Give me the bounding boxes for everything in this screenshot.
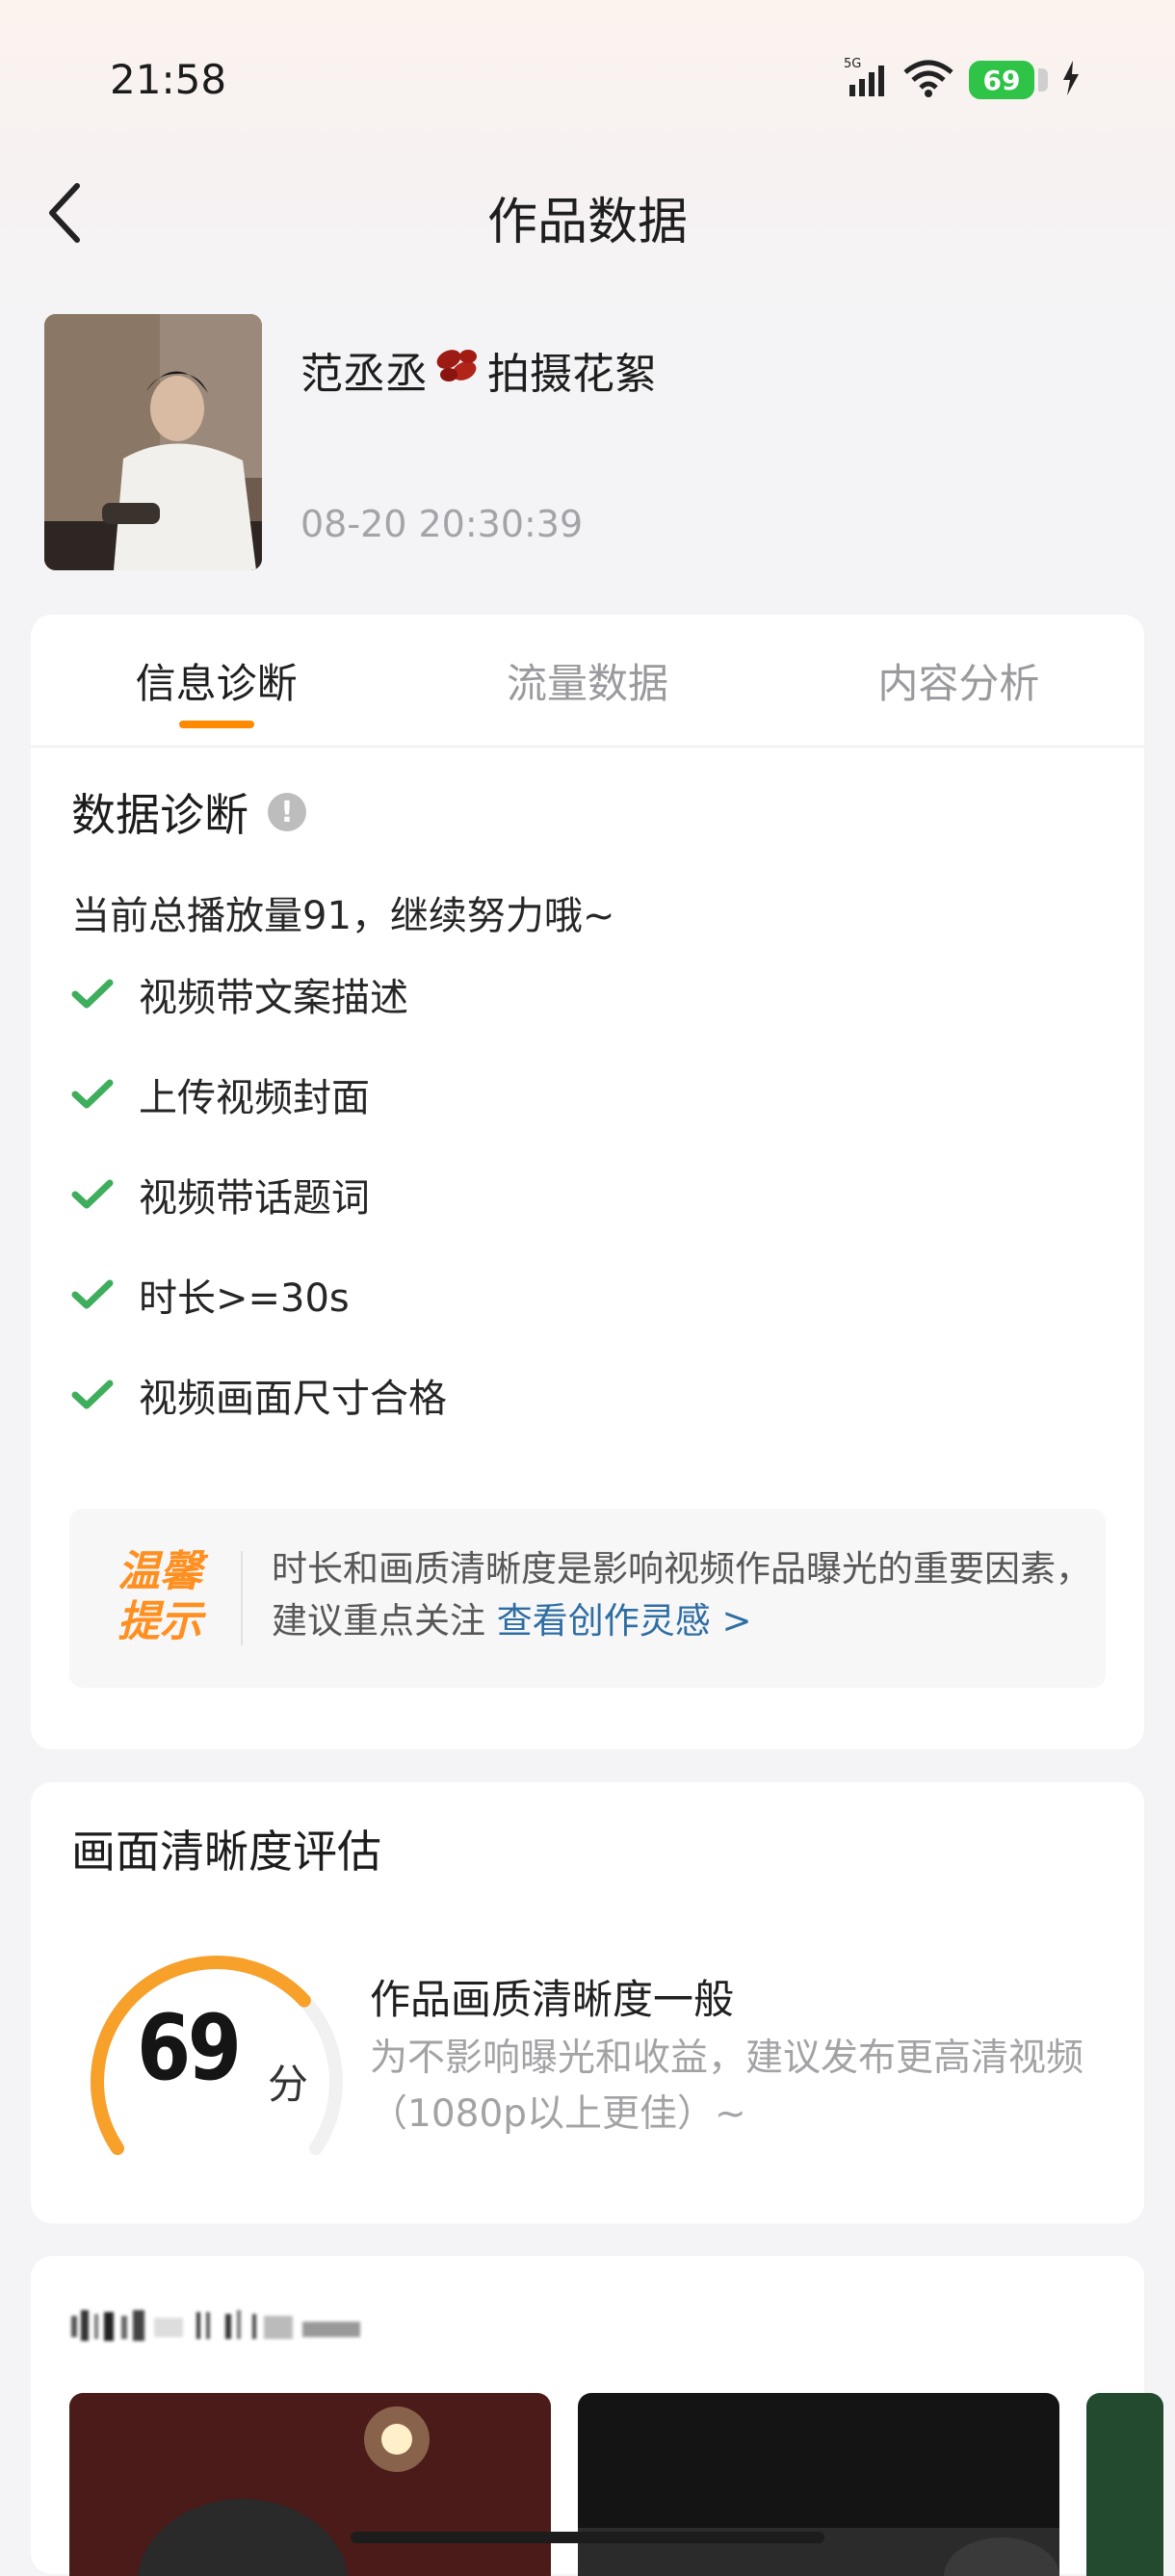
status-time: 21:58: [110, 56, 227, 103]
list-item: 视频带文案描述: [71, 944, 447, 1044]
tip-badge: 温馨 提示: [108, 1547, 212, 1647]
page-title: 作品数据: [486, 194, 688, 251]
blurred-section-title: [71, 2304, 389, 2347]
recommendation-card: [31, 2256, 1163, 2576]
tip-badge-line1: 温馨: [118, 1547, 202, 1596]
quality-verdict: 作品画质清晰度一般: [370, 1976, 735, 2023]
video-title-suffix: 拍摄花絮: [487, 350, 657, 399]
quality-desc-line2: （1080p以上更佳）~: [370, 2092, 746, 2136]
recommendation-image[interactable]: [578, 2393, 1059, 2576]
battery-indicator: 69: [969, 61, 1048, 99]
checkmark-icon: [71, 1376, 139, 1414]
score-value: 69: [137, 1996, 242, 2101]
tip-badge-line2: 提示: [118, 1597, 202, 1646]
video-thumbnail[interactable]: [44, 314, 262, 570]
info-icon[interactable]: !: [268, 793, 306, 831]
quality-title: 画面清晰度评估: [71, 1826, 381, 1878]
checkmark-icon: [71, 1075, 139, 1114]
tab-info-diagnosis[interactable]: 信息诊断: [31, 615, 402, 746]
checklist-label: 上传视频封面: [139, 1076, 370, 1120]
checkmark-icon: [71, 1275, 139, 1314]
status-icons: 5G 69: [844, 56, 1081, 104]
checklist-label: 视频画面尺寸合格: [139, 1377, 447, 1421]
score-unit: 分: [268, 2061, 309, 2108]
tip-text: 时长和画质清晰度是影响视频作品曝光的重要因素，建议重点关注 查看创作灵感 >: [272, 1543, 1100, 1647]
tab-traffic-data[interactable]: 流量数据: [402, 615, 772, 746]
checklist-label: 时长>=30s: [139, 1276, 350, 1321]
checkmark-icon: [71, 975, 139, 1013]
diagnosis-card: 信息诊断 流量数据 内容分析 数据诊断 ! 当前总播放量91，继续努力哦~ 视频…: [31, 615, 1144, 1749]
checklist-label: 视频带文案描述: [139, 976, 408, 1020]
checklist-label: 视频带话题词: [139, 1176, 370, 1221]
tab-bar: 信息诊断 流量数据 内容分析: [31, 615, 1144, 748]
tab-content-analysis[interactable]: 内容分析: [773, 615, 1144, 746]
quality-card: 画面清晰度评估 69 分 作品画质清晰度一般 为不影响曝光和收益，建议发布更高清…: [31, 1782, 1144, 2223]
svg-text:5G: 5G: [844, 57, 861, 71]
recommendation-image[interactable]: [1086, 2393, 1163, 2576]
header-background: [0, 0, 1175, 328]
view-inspiration-link[interactable]: 查看创作灵感 >: [497, 1600, 752, 1642]
video-title: 范丞丞 拍摄花絮: [300, 339, 657, 401]
wifi-icon: [901, 57, 955, 103]
red-beans-emoji-icon: [431, 344, 483, 397]
cellular-signal-icon: 5G: [844, 56, 888, 104]
charging-icon: [1061, 61, 1081, 99]
diagnosis-title: 数据诊断: [71, 789, 248, 841]
diagnosis-checklist: 视频带文案描述 上传视频封面 视频带话题词 时长>=30s 视频画面尺寸合格: [71, 944, 447, 1445]
divider: [241, 1551, 243, 1645]
image-carousel[interactable]: [69, 2393, 1163, 2576]
score-gauge: 69 分: [71, 1938, 360, 2160]
list-item: 上传视频封面: [71, 1044, 447, 1144]
checkmark-icon: [71, 1175, 139, 1214]
battery-level: 69: [982, 64, 1021, 96]
list-item: 视频带话题词: [71, 1144, 447, 1245]
diagnosis-heading: 数据诊断 !: [71, 780, 306, 844]
tip-box: 温馨 提示 时长和画质清晰度是影响视频作品曝光的重要因素，建议重点关注 查看创作…: [69, 1509, 1106, 1688]
quality-desc-line1: 为不影响曝光和收益，建议发布更高清视频: [370, 2037, 1084, 2080]
video-publish-time: 08-20 20:30:39: [300, 503, 584, 545]
list-item: 视频画面尺寸合格: [71, 1345, 447, 1445]
home-indicator[interactable]: [351, 2532, 824, 2543]
list-item: 时长>=30s: [71, 1245, 447, 1345]
quality-description: 为不影响曝光和收益，建议发布更高清视频 （1080p以上更佳）~: [370, 2031, 1160, 2142]
recommendation-image[interactable]: [69, 2393, 551, 2576]
diagnosis-summary: 当前总播放量91，继续努力哦~: [71, 894, 615, 938]
video-title-name: 范丞丞: [300, 350, 428, 399]
